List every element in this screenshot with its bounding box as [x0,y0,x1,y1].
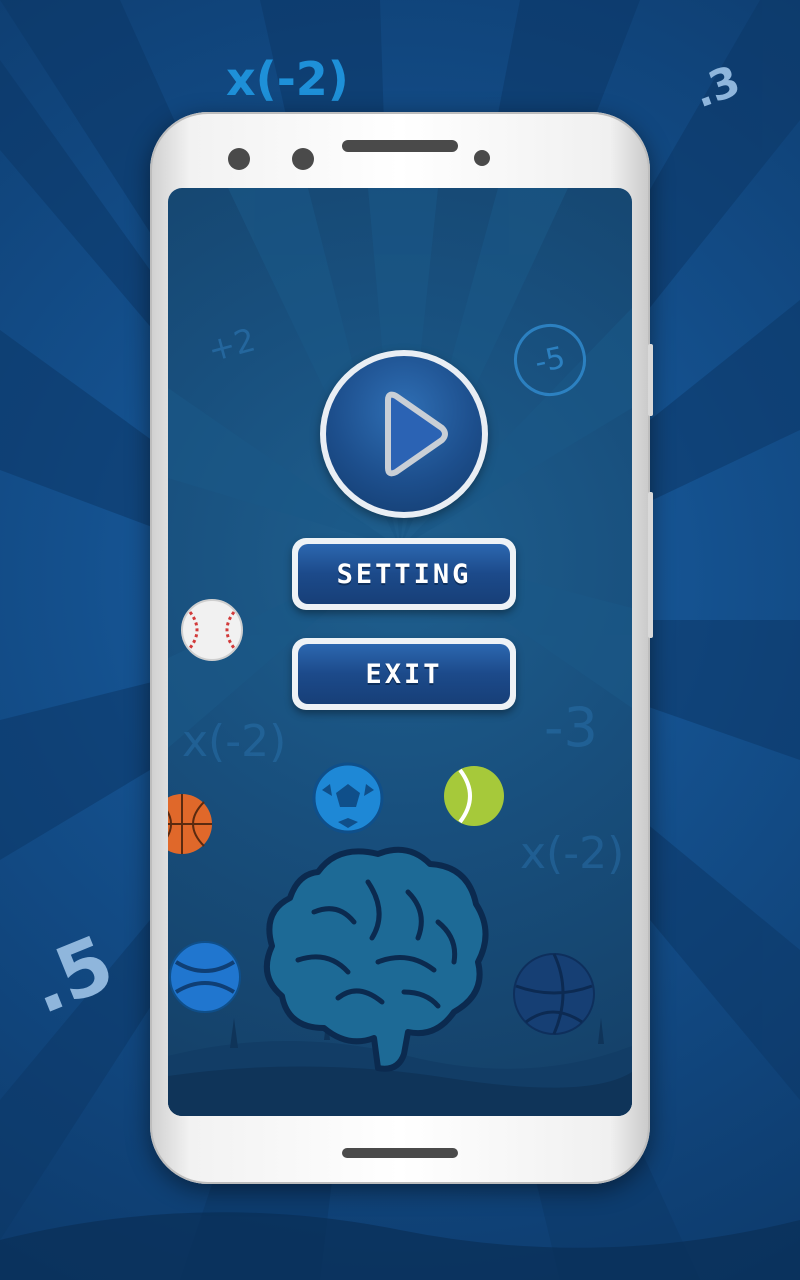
phone-frame: +2 -5 x(-2) -3 x(-2) SETTING EXIT [150,112,653,1184]
decor-minus-3: -3 [544,696,598,759]
front-camera [228,148,250,170]
setting-button[interactable]: SETTING [292,538,516,610]
bg-number-x-minus-2: x(-2) [226,52,349,106]
phone-side-button [648,344,653,416]
baseball-icon [181,599,243,661]
game-screen: +2 -5 x(-2) -3 x(-2) SETTING EXIT [168,188,632,1116]
play-button-face [326,356,482,512]
play-button[interactable] [320,350,488,518]
bottom-speaker [342,1148,458,1158]
earpiece-speaker [342,140,458,152]
brain-icon [263,846,489,1072]
phone-side-button [648,492,653,638]
front-sensor [292,148,314,170]
decor-x-minus-2-right: x(-2) [520,828,625,879]
exit-button[interactable]: EXIT [292,638,516,710]
tennis-ball-icon [444,766,504,826]
setting-button-face: SETTING [298,544,510,604]
decor-x-minus-2: x(-2) [182,716,287,767]
exit-button-face: EXIT [298,644,510,704]
soccer-ball-icon [312,762,384,834]
play-icon [385,391,448,477]
exit-button-label: EXIT [365,658,443,690]
circled-number: -5 [531,339,569,381]
proximity-sensor [474,150,490,166]
setting-button-label: SETTING [336,558,472,590]
